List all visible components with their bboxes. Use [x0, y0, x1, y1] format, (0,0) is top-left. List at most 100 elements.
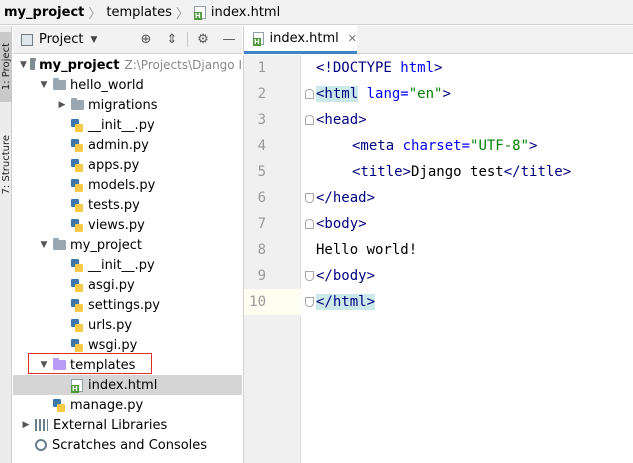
- chevron-right-icon[interactable]: ▶: [20, 420, 32, 430]
- html-file-icon: [71, 378, 83, 393]
- hide-panel-icon[interactable]: —: [216, 26, 242, 53]
- tree-item-label: index.html: [88, 377, 158, 393]
- tree-item-models-py[interactable]: models.py: [13, 175, 242, 195]
- code-token: >: [442, 86, 451, 102]
- code-token: "en": [408, 86, 443, 102]
- fold-marker-icon[interactable]: [305, 115, 314, 125]
- line-number: 10: [249, 294, 266, 310]
- fold-marker-icon[interactable]: [305, 89, 314, 99]
- tree-item-label: apps.py: [88, 157, 140, 173]
- fold-marker-icon[interactable]: [305, 297, 314, 307]
- tree-item-tests-py[interactable]: tests.py: [13, 195, 242, 215]
- line-number: 8: [257, 242, 266, 258]
- close-icon[interactable]: ✕: [348, 32, 357, 45]
- line-number: 5: [257, 164, 266, 180]
- html-file-icon: [193, 5, 206, 20]
- tree-item-label: my_project: [70, 237, 142, 253]
- breadcrumb: my_project 〉 templates 〉 index.html: [0, 0, 633, 25]
- tab-index-html[interactable]: index.html ✕: [244, 26, 357, 54]
- code-token: >: [434, 60, 443, 76]
- tree-item-wsgi-py[interactable]: wsgi.py: [13, 335, 242, 355]
- code-line: </html>: [316, 289, 376, 315]
- fold-marker-icon[interactable]: [305, 271, 314, 281]
- breadcrumb-file[interactable]: index.html: [193, 5, 280, 20]
- folder-icon: [53, 238, 66, 250]
- collapse-all-icon[interactable]: ⇕: [159, 26, 185, 53]
- code-line: <head>: [316, 107, 367, 133]
- code-editor[interactable]: <!DOCTYPE html> <html lang="en"> <head> …: [302, 55, 633, 463]
- tree-item-init-py[interactable]: __init__.py: [13, 115, 242, 135]
- breadcrumb-separator: 〉: [88, 6, 102, 22]
- fold-marker-icon[interactable]: [305, 219, 314, 229]
- project-panel-header: Project ▼ ⊕ ⇕ ⚙ —: [13, 26, 242, 54]
- tree-item-label: Scratches and Consoles: [52, 437, 208, 453]
- tree-item-label: hello_world: [70, 77, 144, 93]
- line-number: 7: [257, 216, 266, 232]
- tree-item-label: __init__.py: [88, 257, 155, 273]
- folder-icon: [29, 58, 37, 70]
- code-token: </body>: [316, 268, 376, 284]
- tree-item-label: views.py: [88, 217, 145, 233]
- chevron-down-icon[interactable]: ▼: [38, 80, 50, 90]
- chevron-right-icon[interactable]: ▶: [56, 100, 68, 110]
- code-line: <title>Django test</title>: [316, 159, 571, 185]
- python-file-icon: [71, 258, 83, 272]
- divider: [187, 32, 188, 47]
- tree-item-views-py[interactable]: views.py: [13, 215, 242, 235]
- project-tool-tab[interactable]: 1: Project: [0, 32, 12, 102]
- code-token: Django test: [411, 164, 504, 180]
- tree-item-manage-py[interactable]: manage.py: [13, 395, 242, 415]
- code-token: Hello world!: [316, 242, 418, 258]
- structure-tool-tab[interactable]: 7: Structure: [0, 122, 12, 208]
- chevron-down-icon[interactable]: ▼: [90, 35, 97, 45]
- tree-item-my-project-package[interactable]: ▼ my_project: [13, 235, 242, 255]
- project-tree: ▼ my_project Z:\Projects\Django I ▼ hell…: [13, 55, 242, 463]
- code-token: <html: [316, 86, 359, 102]
- scratches-icon: [35, 439, 47, 451]
- tab-label: index.html: [269, 31, 339, 46]
- chevron-down-icon[interactable]: ▼: [20, 60, 27, 70]
- editor-gutter: 1 2 3 4 5 6 7 8 9 10: [243, 55, 301, 463]
- breadcrumb-folder[interactable]: templates: [106, 5, 171, 20]
- tree-item-apps-py[interactable]: apps.py: [13, 155, 242, 175]
- tree-item-my-project-root[interactable]: ▼ my_project Z:\Projects\Django I: [13, 55, 242, 75]
- tree-item-hello-world[interactable]: ▼ hello_world: [13, 75, 242, 95]
- line-number: 6: [257, 190, 266, 206]
- highlight-box: [28, 353, 152, 374]
- line-number: 1: [257, 60, 266, 76]
- tree-item-migrations[interactable]: ▶ migrations: [13, 95, 242, 115]
- locate-file-icon[interactable]: ⊕: [133, 26, 159, 53]
- code-token: </title>: [503, 164, 572, 180]
- code-token: >: [529, 138, 538, 154]
- folder-icon: [71, 98, 84, 110]
- tree-item-asgi-py[interactable]: asgi.py: [13, 275, 242, 295]
- html-file-icon: [253, 32, 265, 46]
- chevron-down-icon[interactable]: ▼: [38, 240, 50, 250]
- tree-item-external-libraries[interactable]: ▶ External Libraries: [13, 415, 242, 435]
- python-file-icon: [71, 138, 83, 152]
- python-file-icon: [71, 298, 83, 312]
- tree-item-admin-py[interactable]: admin.py: [13, 135, 242, 155]
- fold-marker-icon[interactable]: [305, 193, 314, 203]
- project-view-selector[interactable]: Project: [39, 32, 83, 47]
- code-token: "UTF-8": [470, 138, 530, 154]
- gear-icon[interactable]: ⚙: [190, 26, 216, 53]
- python-file-icon: [71, 118, 83, 132]
- python-file-icon: [71, 338, 83, 352]
- tree-item-label: urls.py: [88, 317, 133, 333]
- tree-item-settings-py[interactable]: settings.py: [13, 295, 242, 315]
- tool-window-strip: 1: Project 7: Structure: [0, 26, 12, 463]
- breadcrumb-project[interactable]: my_project: [4, 5, 84, 20]
- folder-icon: [53, 78, 66, 90]
- tree-item-scratches[interactable]: Scratches and Consoles: [13, 435, 242, 455]
- tree-item-label: manage.py: [70, 397, 144, 413]
- code-token: <title>: [352, 164, 412, 180]
- editor-tab-bar: index.html ✕: [243, 26, 633, 54]
- tree-item-init-py[interactable]: __init__.py: [13, 255, 242, 275]
- tree-item-label: migrations: [88, 97, 158, 113]
- python-file-icon: [53, 398, 65, 412]
- tree-item-label: settings.py: [88, 297, 160, 313]
- tree-item-index-html[interactable]: index.html: [13, 375, 242, 395]
- code-token: html: [400, 60, 435, 76]
- tree-item-urls-py[interactable]: urls.py: [13, 315, 242, 335]
